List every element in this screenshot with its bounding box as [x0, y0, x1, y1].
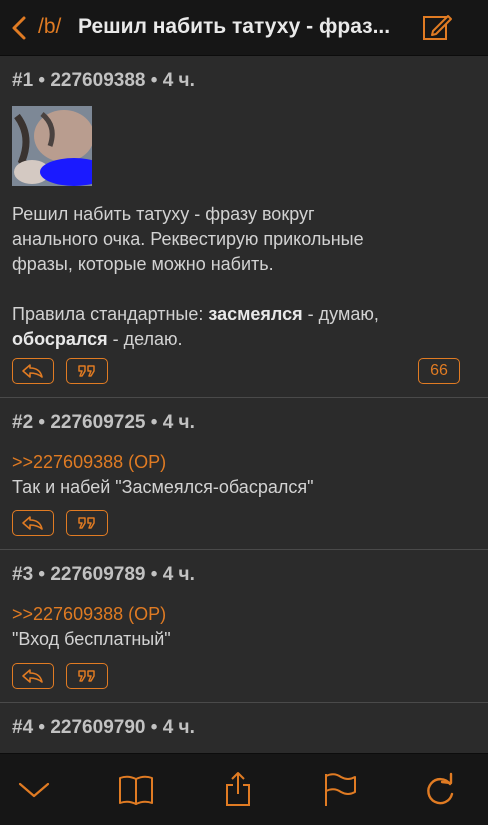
chevron-left-icon[interactable] [8, 14, 30, 42]
post-text-line: Правила стандартные: засмеялся - думаю, [12, 302, 379, 327]
post-text-line: "Вход бесплатный" [12, 629, 171, 649]
reply-arrow-icon [22, 516, 43, 530]
post-body: >>227609388 (OP) "Вход бесплатный" [12, 602, 171, 652]
flag-icon[interactable] [320, 770, 360, 810]
post-number: #1 [12, 70, 34, 91]
post-number: #3 [12, 564, 34, 585]
meta-separator: • [145, 717, 163, 738]
meta-separator: • [33, 717, 51, 738]
rules-text: - думаю, [302, 304, 379, 324]
post-meta: #2 • 227609725 • 4 ч. [12, 412, 195, 434]
board-link[interactable]: /b/ [38, 15, 61, 39]
book-icon[interactable] [116, 770, 156, 810]
refresh-icon[interactable] [420, 770, 460, 810]
thread-title: Решил набить татуху - фраз... [78, 15, 391, 38]
bottom-toolbar [0, 753, 488, 825]
meta-separator: • [145, 412, 163, 433]
meta-separator: • [33, 70, 51, 91]
reply-button[interactable] [12, 510, 54, 536]
replies-count-button[interactable]: 66 [418, 358, 460, 384]
meta-separator: • [145, 70, 163, 91]
post-meta: #3 • 227609789 • 4 ч. [12, 564, 195, 586]
post-meta: #4 • 227609790 • 4 ч. [12, 717, 195, 739]
quote-icon [78, 517, 95, 529]
reply-link[interactable]: >>227609388 (OP) [12, 450, 313, 475]
rules-text: - делаю. [107, 329, 183, 349]
post-text-line: фразы, которые можно набить. [12, 254, 274, 274]
post-1: #1 • 227609388 • 4 ч. Решил набить татух… [0, 56, 488, 398]
post-text-line: анального очка. Реквестирую прикольные [12, 229, 364, 249]
post-id[interactable]: 227609725 [50, 412, 145, 433]
post-text-line: обосрался - делаю. [12, 327, 379, 352]
post-number: #4 [12, 717, 34, 738]
rules-text: Правила стандартные: [12, 304, 209, 324]
meta-separator: • [33, 412, 51, 433]
meta-separator: • [145, 564, 163, 585]
meta-separator: • [33, 564, 51, 585]
post-text-line: Решил набить татуху - фразу вокруг [12, 204, 315, 224]
post-id[interactable]: 227609388 [50, 70, 145, 91]
rules-bold: засмеялся [208, 304, 303, 324]
post-number: #2 [12, 412, 34, 433]
post-time: 4 ч. [162, 70, 195, 91]
nav-header: /b/ Решил набить татуху - фраз... [0, 0, 488, 56]
reply-button[interactable] [12, 663, 54, 689]
quote-icon [78, 670, 95, 682]
post-text-line: Так и набей "Засмеялся-обасрался" [12, 477, 314, 497]
quote-button[interactable] [66, 358, 108, 384]
post-id[interactable]: 227609789 [50, 564, 145, 585]
quote-button[interactable] [66, 663, 108, 689]
post-time: 4 ч. [162, 412, 195, 433]
post-id[interactable]: 227609790 [50, 717, 145, 738]
post-body: >>227609388 (OP) Так и набей "Засмеялся-… [12, 450, 313, 500]
post-time: 4 ч. [162, 564, 195, 585]
reply-button[interactable] [12, 358, 54, 384]
tattoo-photo [12, 106, 92, 186]
quote-button[interactable] [66, 510, 108, 536]
rules-bold: обосрался [12, 329, 108, 349]
post-time: 4 ч. [162, 717, 195, 738]
share-icon[interactable] [218, 770, 258, 810]
reply-arrow-icon [22, 669, 43, 683]
post-image-thumbnail[interactable] [12, 106, 92, 186]
post-2: #2 • 227609725 • 4 ч. >>227609388 (OP) Т… [0, 398, 488, 550]
reply-arrow-icon [22, 364, 43, 378]
quote-icon [78, 365, 95, 377]
post-body: Решил набить татуху - фразу вокруг аналь… [12, 202, 379, 352]
chevron-down-icon[interactable] [14, 770, 54, 810]
compose-icon[interactable] [420, 10, 454, 44]
post-meta: #1 • 227609388 • 4 ч. [12, 70, 195, 92]
post-3: #3 • 227609789 • 4 ч. >>227609388 (OP) "… [0, 550, 488, 703]
app-frame: /b/ Решил набить татуху - фраз... #1 • 2… [0, 0, 488, 825]
reply-link[interactable]: >>227609388 (OP) [12, 602, 171, 627]
